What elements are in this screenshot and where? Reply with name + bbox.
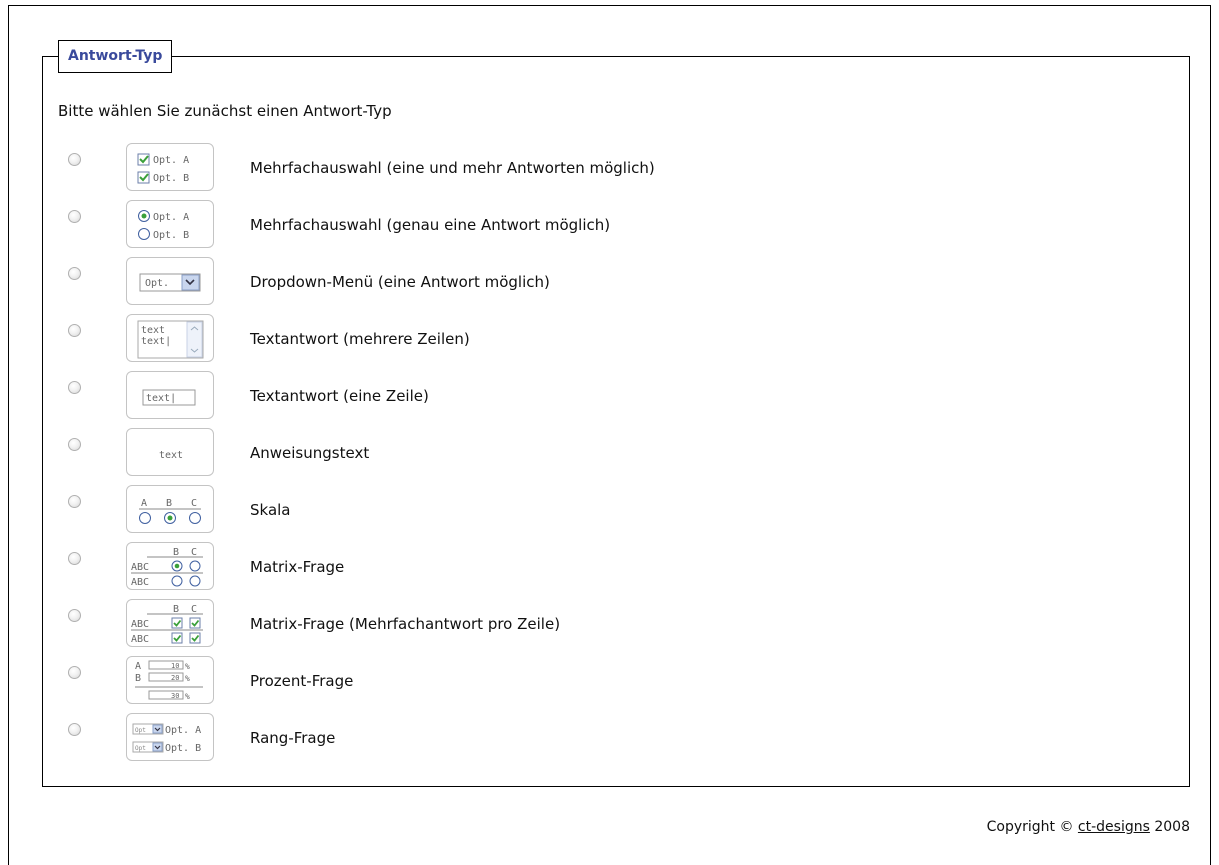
radio-button[interactable] (68, 381, 81, 394)
instruction-text-icon: text (126, 428, 214, 476)
option-row[interactable]: B C ABC ABC Matrix-Frage (0, 542, 1219, 592)
icon-label: Opt. B (153, 173, 189, 184)
radio-button[interactable] (68, 438, 81, 451)
intro-text: Bitte wählen Sie zunächst einen Antwort-… (58, 102, 392, 120)
option-label[interactable]: Textantwort (mehrere Zeilen) (250, 330, 470, 348)
icon-label: text (141, 325, 165, 336)
radio-button[interactable] (68, 210, 81, 223)
icon-label: text| (141, 336, 171, 347)
matrix-radio-icon: B C ABC ABC (126, 542, 214, 590)
radio-button[interactable] (68, 495, 81, 508)
option-row[interactable]: Opt. A Opt. B Mehrfachauswahl (genau ein… (0, 200, 1219, 250)
option-label[interactable]: Rang-Frage (250, 729, 335, 747)
icon-label: Opt. A (153, 212, 189, 223)
option-row[interactable]: Opt. A Opt. B Mehrfachauswahl (eine und … (0, 143, 1219, 193)
icon-label: 30 (171, 692, 179, 700)
scale-icon: A B C (126, 485, 214, 533)
option-label[interactable]: Skala (250, 501, 291, 519)
copyright-year: 2008 (1154, 819, 1190, 835)
option-label[interactable]: Dropdown-Menü (eine Antwort möglich) (250, 273, 550, 291)
option-row[interactable]: A 10 % B 20 % 30 % Prozent-Frage (0, 656, 1219, 706)
icon-label: 20 (171, 674, 179, 682)
radio-button[interactable] (68, 666, 81, 679)
icon-label: B (173, 547, 179, 558)
icon-label: ABC (131, 619, 149, 630)
option-row[interactable]: text text| Textantwort (mehrere Zeilen) (0, 314, 1219, 364)
icon-label: C (191, 604, 197, 615)
icon-label: Opt. A (153, 155, 189, 166)
option-row[interactable]: text Anweisungstext (0, 428, 1219, 478)
icon-label: Opt (135, 727, 146, 734)
option-label[interactable]: Matrix-Frage (Mehrfachantwort pro Zeile) (250, 615, 560, 633)
icon-label: ABC (131, 577, 149, 588)
checkbox-options-icon: Opt. A Opt. B (126, 143, 214, 191)
percent-icon: A 10 % B 20 % 30 % (126, 656, 214, 704)
icon-label: B (135, 673, 141, 684)
rank-icon: Opt Opt. A Opt Opt. B (126, 713, 214, 761)
fieldset-legend: Antwort-Typ (58, 40, 173, 73)
radio-button[interactable] (68, 267, 81, 280)
icon-label: ABC (131, 634, 149, 645)
icon-label: text (159, 450, 183, 461)
option-row[interactable]: Opt Opt. A Opt Opt. B Rang-Frage (0, 713, 1219, 763)
dropdown-icon: Opt. (126, 257, 214, 305)
textarea-icon: text text| (126, 314, 214, 362)
icon-label: Opt. (145, 278, 169, 289)
icon-label: C (191, 547, 197, 558)
copyright-footer: Copyright © ct-designs 2008 (987, 819, 1190, 835)
radio-button[interactable] (68, 723, 81, 736)
icon-label: ABC (131, 562, 149, 573)
icon-label: A (141, 498, 147, 509)
option-row[interactable]: A B C Skala (0, 485, 1219, 535)
option-label[interactable]: Mehrfachauswahl (eine und mehr Antworten… (250, 159, 655, 177)
option-label[interactable]: Mehrfachauswahl (genau eine Antwort mögl… (250, 216, 610, 234)
icon-label: A (135, 661, 141, 672)
icon-label: % (185, 674, 190, 683)
option-label[interactable]: Textantwort (eine Zeile) (250, 387, 429, 405)
option-label[interactable]: Matrix-Frage (250, 558, 344, 576)
radio-button[interactable] (68, 609, 81, 622)
radio-options-icon: Opt. A Opt. B (126, 200, 214, 248)
option-label[interactable]: Anweisungstext (250, 444, 369, 462)
copyright-prefix: Copyright © (986, 819, 1074, 835)
icon-label: text| (146, 393, 176, 404)
icon-label: Opt. B (153, 230, 189, 241)
textfield-icon: text| (126, 371, 214, 419)
icon-label: Opt. A (165, 725, 201, 736)
option-label[interactable]: Prozent-Frage (250, 672, 353, 690)
icon-label: Opt (135, 745, 146, 752)
icon-label: % (185, 662, 190, 671)
icon-label: 10 (171, 662, 179, 670)
ct-designs-link[interactable]: ct-designs (1078, 819, 1150, 835)
matrix-checkbox-icon: B C ABC ABC (126, 599, 214, 647)
icon-label: C (191, 498, 197, 509)
option-row[interactable]: Opt. Dropdown-Menü (eine Antwort möglich… (0, 257, 1219, 307)
option-row[interactable]: B C ABC ABC Matrix-Frage (Mehrfachantwor… (0, 599, 1219, 649)
option-row[interactable]: text| Textantwort (eine Zeile) (0, 371, 1219, 421)
radio-button[interactable] (68, 324, 81, 337)
icon-label: % (185, 692, 190, 701)
icon-label: B (173, 604, 179, 615)
icon-label: B (166, 498, 172, 509)
radio-button[interactable] (68, 552, 81, 565)
icon-label: Opt. B (165, 743, 201, 754)
radio-button[interactable] (68, 153, 81, 166)
